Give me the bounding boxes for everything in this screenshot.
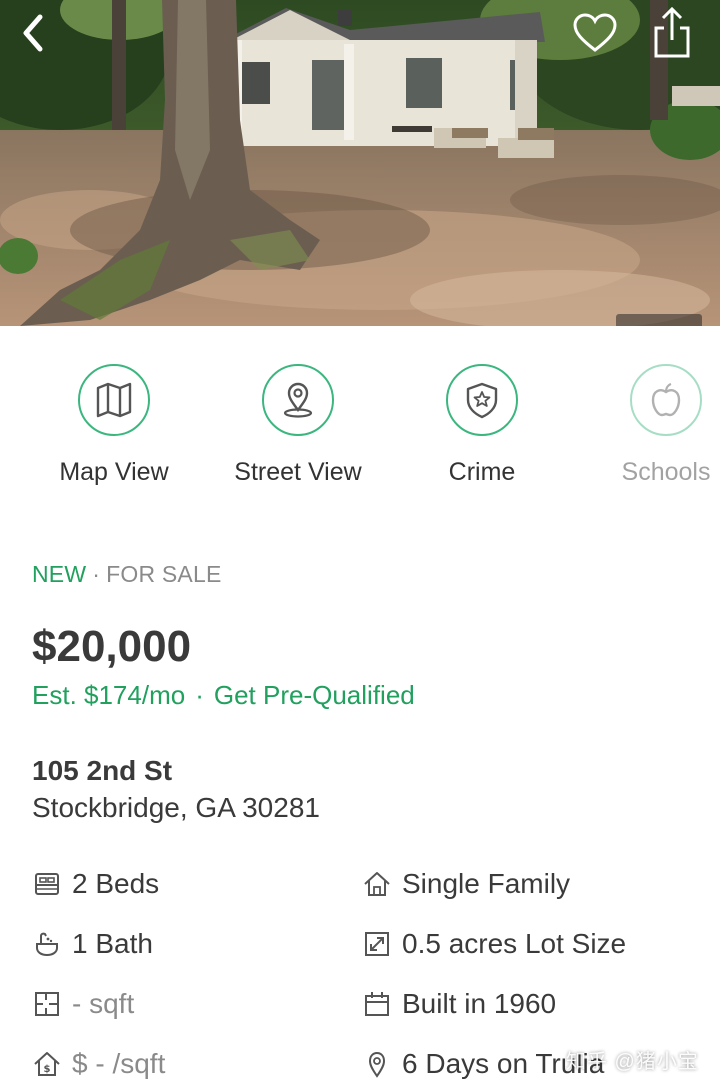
expand-arrows-icon	[362, 929, 392, 959]
favorite-button[interactable]	[568, 6, 622, 60]
bed-icon	[32, 869, 62, 899]
map-icon	[78, 364, 150, 436]
back-button[interactable]	[8, 8, 58, 58]
finance-line: Est. $174/mo · Get Pre-Qualified	[32, 680, 415, 711]
sale-status: FOR SALE	[106, 561, 222, 587]
type-fact: Single Family	[362, 864, 570, 904]
status-separator: ·	[92, 561, 101, 587]
price-per-sqft-fact: $ $ - /sqft	[32, 1044, 165, 1084]
heart-outline-icon	[573, 13, 617, 52]
built-text: Built in 1960	[402, 988, 557, 1019]
share-button[interactable]	[646, 2, 698, 62]
schools-label: Schools	[621, 458, 711, 486]
beds-text: 2 Beds	[72, 868, 160, 899]
sqft-text: - sqft	[72, 988, 135, 1019]
city-state-zip: Stockbridge, GA 30281	[32, 792, 320, 823]
shield-star-icon	[446, 364, 518, 436]
estimated-payment-link[interactable]: Est. $174/mo	[32, 680, 185, 710]
crime-button[interactable]: Crime	[390, 364, 574, 487]
chevron-left-icon	[23, 14, 43, 52]
finance-separator: ·	[195, 680, 204, 710]
source-watermark: 知乎 @猪小宝	[566, 1051, 699, 1073]
quick-actions-bar: Map View Street View Crime Schools	[0, 364, 720, 494]
listing-price: $20,000	[32, 622, 192, 671]
floorplan-icon	[32, 989, 62, 1019]
apple-icon	[630, 364, 702, 436]
beds-fact: 2 Beds	[32, 864, 159, 904]
map-view-label: Map View	[59, 458, 169, 486]
street-view-label: Street View	[234, 458, 362, 486]
baths-text: 1 Bath	[72, 928, 153, 959]
lot-size-text: 0.5 acres Lot Size	[402, 928, 627, 959]
listing-status: NEW · FOR SALE	[32, 561, 221, 588]
street-address: 105 2nd St	[32, 755, 173, 786]
share-icon	[654, 6, 690, 58]
schools-button[interactable]: Schools	[574, 364, 720, 487]
baths-fact: 1 Bath	[32, 924, 153, 964]
crime-label: Crime	[448, 458, 516, 486]
calendar-icon	[362, 989, 392, 1019]
pre-qualified-link[interactable]: Get Pre-Qualified	[214, 680, 415, 710]
svg-text:$: $	[44, 1064, 51, 1075]
bathtub-icon	[32, 929, 62, 959]
listing-photo[interactable]	[0, 0, 720, 326]
sqft-fact: - sqft	[32, 984, 134, 1024]
street-view-button[interactable]: Street View	[206, 364, 390, 487]
map-view-button[interactable]: Map View	[22, 364, 206, 487]
photo-counter-badge	[616, 314, 702, 326]
new-badge: NEW	[32, 561, 87, 587]
type-text: Single Family	[402, 868, 571, 899]
home-dollar-icon: $	[32, 1049, 62, 1079]
built-fact: Built in 1960	[362, 984, 556, 1024]
price-per-sqft-text: $ - /sqft	[72, 1048, 166, 1079]
location-pin-icon	[262, 364, 334, 436]
lot-size-fact: 0.5 acres Lot Size	[362, 924, 626, 964]
house-icon	[362, 869, 392, 899]
map-pin-icon	[362, 1049, 392, 1079]
